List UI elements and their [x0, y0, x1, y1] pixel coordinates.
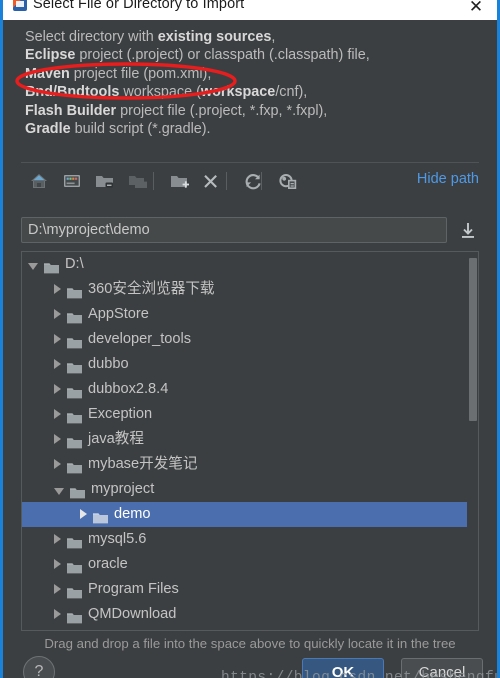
toolbar-divider: [261, 172, 262, 190]
folder-icon: [67, 533, 82, 548]
file-chooser-toolbar: Hide path: [21, 166, 479, 196]
title-bar: Select File or Directory to Import ✕: [3, 0, 497, 21]
directory-tree[interactable]: D:\ 360安全浏览器下载 AppStore developer_toolsdubb…: [22, 252, 467, 630]
tree-row[interactable]: dubbox2.8.4: [22, 377, 467, 402]
folder-icon: [67, 458, 82, 473]
tree-row-label: myproject: [91, 481, 155, 497]
download-arrow-icon[interactable]: [457, 220, 479, 241]
description-line: Gradle build script (*.gradle).: [25, 121, 211, 138]
drag-drop-hint: Drag and drop a file into the space abov…: [44, 636, 456, 651]
chevron-right-icon[interactable]: [54, 383, 61, 394]
tree-row[interactable]: QQ: [22, 627, 467, 630]
tree-row[interactable]: D:\: [22, 252, 467, 277]
tree-row-label: Exception: [88, 406, 153, 422]
folder-icon: [70, 483, 85, 498]
tree-scrollbar-track[interactable]: [467, 252, 478, 630]
tree-row-label: mybase开发笔记: [88, 456, 198, 472]
description-text: Select directory with existing sources, E…: [25, 28, 479, 138]
desktop-icon[interactable]: [59, 168, 85, 194]
tree-row-label: developer_tools: [88, 331, 192, 347]
description-line: Bnd/Bndtools workspace (workspace/cnf),: [25, 84, 308, 101]
toolbar-divider: [226, 172, 227, 190]
window-title: Select File or Directory to Import: [33, 0, 245, 12]
intellij-idea-icon: [13, 0, 27, 11]
tree-row-selected[interactable]: demo: [22, 502, 467, 527]
hide-path-link[interactable]: Hide path: [417, 171, 479, 187]
path-input[interactable]: [21, 217, 447, 243]
chevron-right-icon[interactable]: [54, 408, 61, 419]
chevron-right-icon[interactable]: [54, 533, 61, 544]
toolbar-divider: [153, 172, 154, 190]
description-line: Flash Builder project file (.project, *.…: [25, 102, 328, 119]
tree-scrollbar-thumb[interactable]: [469, 258, 477, 421]
chevron-right-icon[interactable]: [54, 458, 61, 469]
chevron-right-icon[interactable]: [54, 558, 61, 569]
folder-icon: [67, 433, 82, 448]
folder-icon: [67, 333, 82, 348]
tree-row[interactable]: AppStore: [22, 302, 467, 327]
tree-row-label: D:\: [65, 256, 84, 272]
module-folder-icon[interactable]: [125, 168, 151, 194]
toolbar-separator: [21, 162, 479, 163]
description-line: Eclipse project (.project) or classpath …: [25, 47, 370, 64]
dialog-body: Select directory with existing sources, E…: [3, 20, 497, 678]
tree-row[interactable]: mysql5.6: [22, 527, 467, 552]
tree-row[interactable]: mybase开发笔记: [22, 452, 467, 477]
chevron-right-icon[interactable]: [54, 308, 61, 319]
chevron-right-icon[interactable]: [54, 333, 61, 344]
import-dialog-window: Select File or Directory to Import ✕ Sel…: [0, 0, 500, 678]
chevron-down-icon[interactable]: [28, 263, 38, 270]
show-hidden-icon[interactable]: [274, 168, 300, 194]
chevron-right-icon[interactable]: [54, 608, 61, 619]
folder-icon: [93, 508, 108, 523]
folder-icon: [67, 408, 82, 423]
tree-row[interactable]: dubbo: [22, 352, 467, 377]
refresh-icon[interactable]: [240, 168, 266, 194]
tree-row-label: dubbox2.8.4: [88, 381, 169, 397]
folder-icon: [67, 608, 82, 623]
chevron-right-icon[interactable]: [54, 283, 61, 294]
tree-row-label: QMDownload: [88, 606, 177, 622]
delete-icon[interactable]: [198, 168, 224, 194]
new-folder-icon[interactable]: [167, 168, 193, 194]
project-folder-icon[interactable]: [92, 168, 118, 194]
tree-row[interactable]: QMDownload: [22, 602, 467, 627]
tree-row-label: 360安全浏览器下载: [88, 281, 215, 297]
help-button[interactable]: ?: [23, 656, 55, 678]
tree-row-label: AppStore: [88, 306, 149, 322]
tree-row-label: oracle: [88, 556, 128, 572]
tree-row-label: Program Files: [88, 581, 179, 597]
folder-icon: [67, 558, 82, 573]
description-line: Select directory with existing sources,: [25, 29, 276, 45]
tree-row[interactable]: myproject: [22, 477, 467, 502]
chevron-right-icon[interactable]: [80, 508, 87, 519]
folder-icon: [67, 583, 82, 598]
close-icon[interactable]: ✕: [461, 0, 491, 19]
folder-icon: [67, 308, 82, 323]
chevron-right-icon[interactable]: [54, 583, 61, 594]
tree-row[interactable]: Program Files: [22, 577, 467, 602]
folder-icon: [67, 383, 82, 398]
chevron-down-icon[interactable]: [54, 488, 64, 495]
tree-row-label: dubbo: [88, 356, 129, 372]
description-line: Maven project file (pom.xml),: [25, 65, 212, 82]
tree-row-label: demo: [114, 506, 151, 522]
tree-row[interactable]: 360安全浏览器下载: [22, 277, 467, 302]
tree-row[interactable]: developer_tools: [22, 327, 467, 352]
folder-icon: [67, 358, 82, 373]
drive-folder-icon: [44, 258, 59, 273]
tree-row-label: mysql5.6: [88, 531, 147, 547]
chevron-right-icon[interactable]: [54, 358, 61, 369]
home-icon[interactable]: [26, 168, 52, 194]
chevron-right-icon[interactable]: [54, 433, 61, 444]
tree-row[interactable]: java教程: [22, 427, 467, 452]
tree-row[interactable]: Exception: [22, 402, 467, 427]
directory-tree-panel: D:\ 360安全浏览器下载 AppStore developer_toolsdubb…: [21, 251, 479, 631]
path-row: [21, 217, 479, 243]
cancel-button[interactable]: Cancel: [401, 658, 483, 678]
tree-row[interactable]: oracle: [22, 552, 467, 577]
folder-icon: [67, 283, 82, 298]
ok-button[interactable]: OK: [302, 658, 384, 678]
tree-row-label: java教程: [88, 431, 144, 447]
